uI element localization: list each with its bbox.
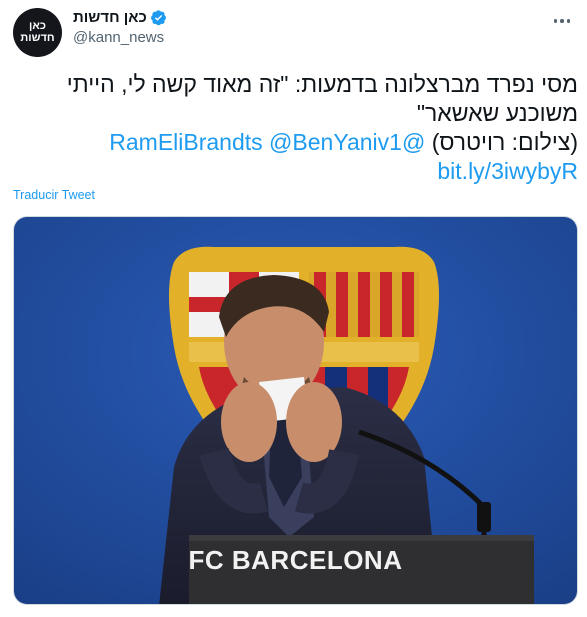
avatar-text-top: כאן — [29, 19, 46, 32]
photo-credit: (צילום: רויטרס) — [431, 129, 578, 155]
author-info: כאן חדשות @kann_news — [73, 9, 167, 46]
podium-sign-text: FC BARCELONA — [188, 545, 403, 575]
more-options-icon[interactable] — [549, 14, 575, 28]
author-handle[interactable]: @kann_news — [73, 29, 167, 46]
short-link[interactable]: bit.ly/3iwybyR — [12, 157, 578, 186]
tweet-text-line-1: מסי נפרד מברצלונה בדמעות: "זה מאוד קשה ל… — [66, 71, 578, 97]
tweet-text-line-3: (צילום: רויטרס) @RamEliBrandts @BenYaniv… — [12, 128, 578, 157]
tweet-header: כאן חדשות כאן חדשות @kann_news — [0, 0, 587, 64]
display-name[interactable]: כאן חדשות — [73, 9, 147, 26]
tweet-text-line-2: משוכנע שאשאר" — [416, 100, 578, 126]
mention-benyaniv1[interactable]: @BenYaniv1 — [269, 129, 402, 155]
tweet-text: מסי נפרד מברצלונה בדמעות: "זה מאוד קשה ל… — [12, 70, 578, 186]
avatar-text-bottom: חדשות — [20, 31, 55, 44]
verified-badge-icon — [150, 10, 166, 26]
avatar[interactable]: כאן חדשות — [13, 8, 62, 57]
translate-tweet-link[interactable]: Traducir Tweet — [13, 188, 95, 202]
tweet-photo[interactable]: FC BARCELONA — [13, 216, 578, 605]
display-name-row: כאן חדשות — [73, 9, 167, 26]
